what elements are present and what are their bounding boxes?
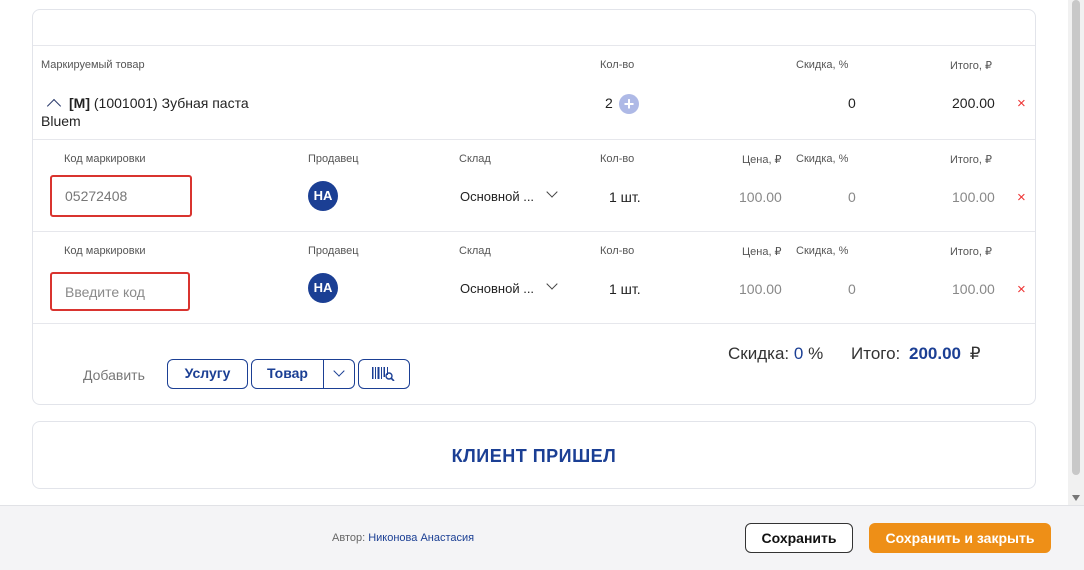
sub-header-qty: Кол-во: [600, 245, 635, 257]
plus-circle-icon[interactable]: +: [619, 94, 639, 114]
save-button[interactable]: Сохранить: [745, 523, 853, 553]
add-service-button[interactable]: Услугу: [167, 359, 248, 389]
item-discount: 0: [848, 281, 856, 297]
scrollbar[interactable]: [1068, 0, 1084, 505]
currency: ₽: [969, 344, 981, 363]
sub-header-discount: Скидка, %: [796, 245, 849, 257]
product-qty: 2: [605, 95, 613, 111]
chevron-up-icon[interactable]: [46, 98, 62, 114]
item-price: 100.00: [739, 281, 782, 297]
header-product: Маркируемый товар: [41, 59, 145, 71]
sub-header-seller: Продавец: [308, 153, 359, 165]
total-summary: Итого: 200.00 ₽: [851, 344, 981, 364]
add-product-dropdown[interactable]: [324, 360, 354, 388]
sub-header-price: Цена, ₽: [742, 154, 782, 166]
sub-header-code: Код маркировки: [64, 153, 146, 165]
row-divider: [33, 231, 1035, 232]
add-product-button[interactable]: Товар: [252, 360, 324, 388]
discount-summary: Скидка: 0 %: [728, 344, 823, 364]
product-name: (1001001) Зубная паста: [93, 95, 249, 111]
chevron-down-icon: [333, 365, 345, 377]
marking-code-input[interactable]: [50, 175, 192, 217]
sub-header-warehouse: Склад: [459, 245, 491, 257]
total-label: Итого:: [851, 344, 901, 363]
row-divider: [33, 323, 1035, 324]
header-qty: Кол-во: [600, 59, 635, 71]
client-arrived-button[interactable]: КЛИЕНТ ПРИШЕЛ: [32, 421, 1036, 489]
marked-goods-card: Маркируемый товар Кол-во Скидка, % Итого…: [32, 9, 1036, 405]
sub-header-seller: Продавец: [308, 245, 359, 257]
marking-code-input[interactable]: [50, 272, 190, 311]
product-name-line1: [M] (1001001) Зубная паста: [69, 95, 249, 111]
discount-label: Скидка:: [728, 344, 790, 363]
author-info: Автор: Никонова Анастасия: [332, 532, 474, 544]
card-divider: [33, 45, 1035, 46]
discount-unit: %: [808, 344, 824, 363]
scrollbar-thumb[interactable]: [1072, 0, 1080, 475]
total-value: 200.00: [909, 344, 962, 363]
item-price: 100.00: [739, 189, 782, 205]
sub-header-total: Итого, ₽: [950, 246, 992, 258]
sub-header-warehouse: Склад: [459, 153, 491, 165]
sub-header-discount: Скидка, %: [796, 153, 849, 165]
author-label: Автор:: [332, 532, 366, 544]
avatar: НА: [308, 181, 338, 211]
add-label: Добавить: [83, 367, 145, 383]
sub-header-price: Цена, ₽: [742, 246, 782, 258]
close-icon[interactable]: ×: [1017, 190, 1026, 205]
scroll-down-arrow-icon[interactable]: [1072, 495, 1080, 501]
item-qty: 1 шт.: [609, 281, 641, 297]
scan-button[interactable]: [358, 359, 410, 389]
client-arrived-label: КЛИЕНТ ПРИШЕЛ: [451, 446, 617, 466]
product-tag: [M]: [69, 95, 90, 111]
chevron-down-icon[interactable]: [546, 186, 558, 198]
close-icon[interactable]: ×: [1017, 282, 1026, 297]
item-discount: 0: [848, 189, 856, 205]
sub-header-qty: Кол-во: [600, 153, 635, 165]
barcode-scan-icon: [372, 367, 395, 381]
product-discount: 0: [848, 95, 856, 111]
product-name-line2: Bluem: [41, 113, 81, 129]
order-content: Маркируемый товар Кол-во Скидка, % Итого…: [0, 0, 1068, 505]
header-discount: Скидка, %: [796, 59, 849, 71]
sub-header-code: Код маркировки: [64, 245, 146, 257]
footer-bar: Автор: Никонова Анастасия Сохранить Сохр…: [0, 505, 1084, 570]
warehouse-select[interactable]: Основной ...: [460, 281, 534, 296]
item-total: 100.00: [952, 189, 995, 205]
header-total: Итого, ₽: [950, 60, 992, 72]
avatar: НА: [308, 273, 338, 303]
item-qty: 1 шт.: [609, 189, 641, 205]
chevron-down-icon[interactable]: [546, 278, 558, 290]
close-icon[interactable]: ×: [1017, 96, 1026, 111]
author-name[interactable]: Никонова Анастасия: [368, 532, 474, 544]
warehouse-select[interactable]: Основной ...: [460, 189, 534, 204]
sub-header-total: Итого, ₽: [950, 154, 992, 166]
row-divider: [33, 139, 1035, 140]
item-total: 100.00: [952, 281, 995, 297]
save-and-close-button[interactable]: Сохранить и закрыть: [869, 523, 1051, 553]
discount-value: 0: [793, 344, 804, 363]
product-total: 200.00: [952, 95, 995, 111]
add-product-split-button: Товар: [251, 359, 355, 389]
